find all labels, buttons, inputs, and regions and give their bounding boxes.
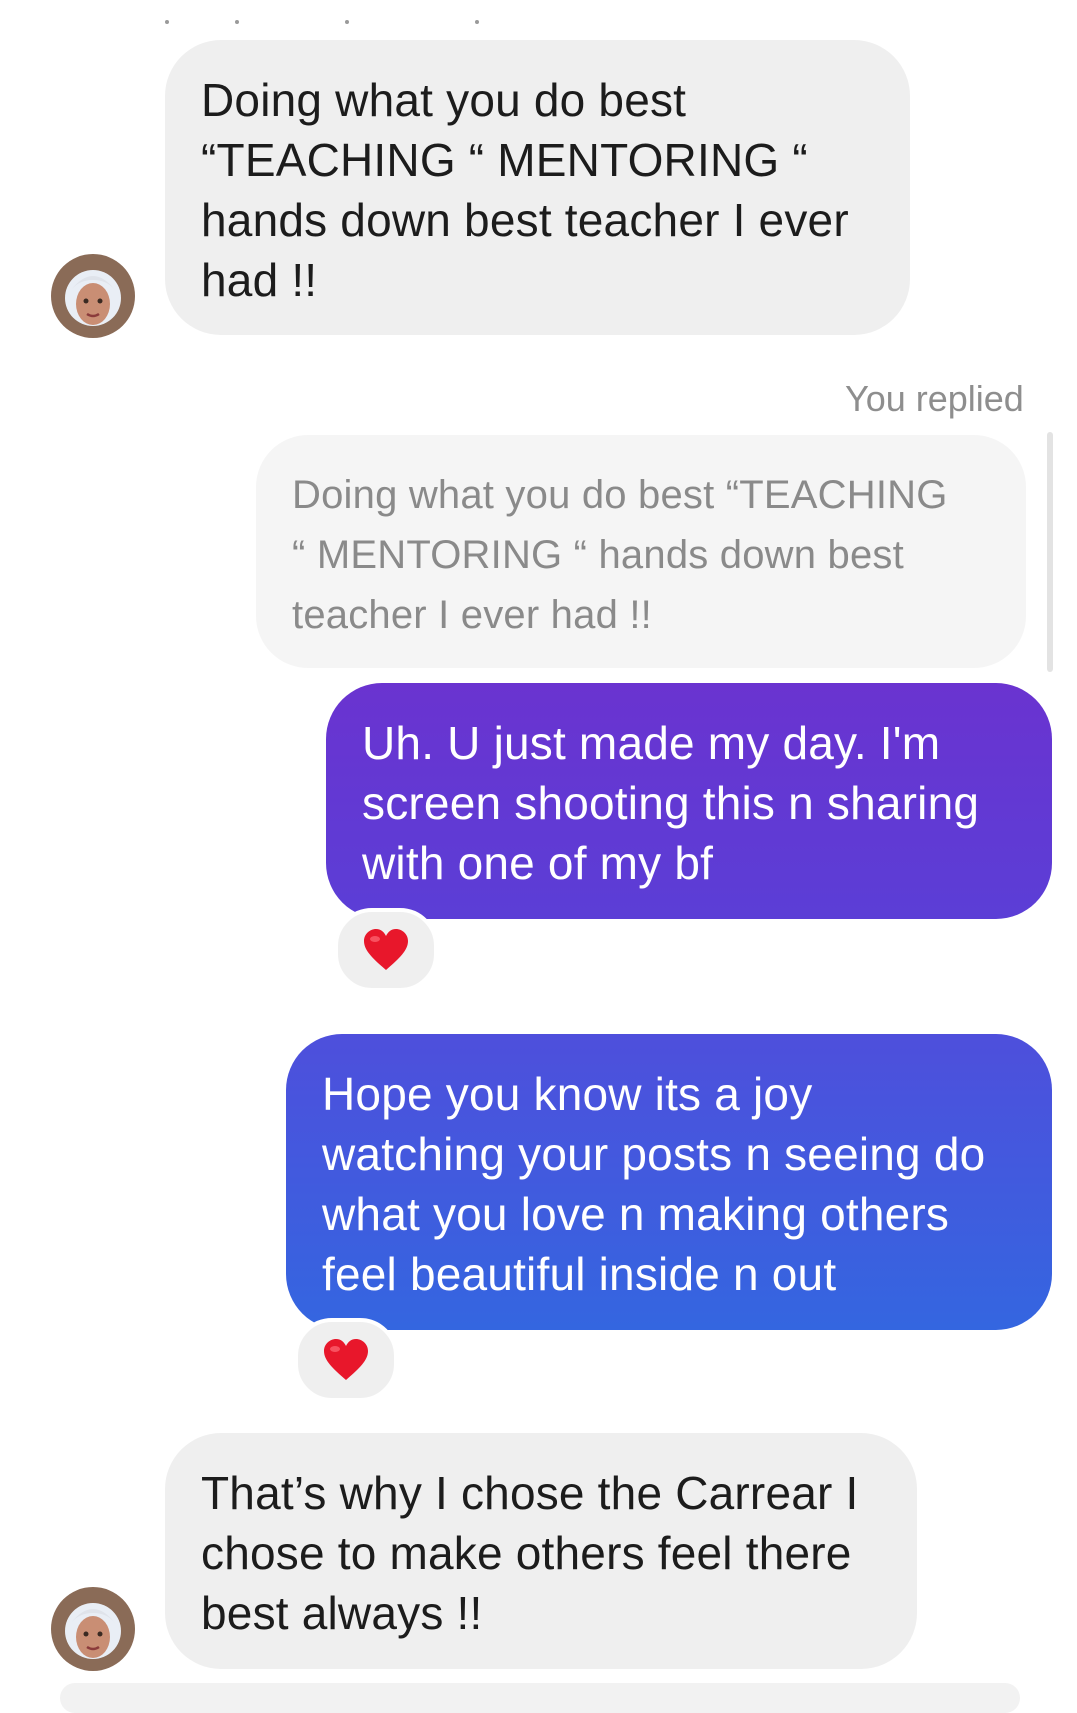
contact-avatar-icon[interactable] bbox=[51, 1587, 135, 1671]
message-line: best always !! bbox=[201, 1587, 483, 1639]
previous-message-fragment bbox=[165, 16, 525, 26]
quoted-line: teacher I ever had !! bbox=[292, 593, 652, 637]
reaction-badge[interactable] bbox=[294, 1318, 398, 1402]
incoming-message-bubble[interactable]: Doing what you do best “TEACHING “ MENTO… bbox=[165, 40, 910, 335]
red-heart-icon bbox=[324, 1339, 368, 1380]
message-line: watching your posts n seeing do bbox=[322, 1128, 986, 1180]
next-message-edge bbox=[60, 1683, 1020, 1713]
message-line: Doing what you do best bbox=[201, 74, 687, 126]
quoted-line: “ MENTORING “ hands down best bbox=[292, 533, 904, 577]
message-line: hands down best teacher I ever bbox=[201, 194, 849, 246]
reaction-badge[interactable] bbox=[334, 908, 438, 992]
reply-connector-bar bbox=[1047, 432, 1053, 672]
message-line: Uh. U just made my day. I'm bbox=[362, 717, 941, 769]
contact-avatar-icon[interactable] bbox=[51, 254, 135, 338]
message-line: had !! bbox=[201, 254, 318, 306]
outgoing-message-bubble[interactable]: Hope you know its a joy watching your po… bbox=[286, 1034, 1052, 1330]
message-line: with one of my bf bbox=[362, 837, 714, 889]
message-line: screen shooting this n sharing bbox=[362, 777, 980, 829]
outgoing-message-bubble[interactable]: Uh. U just made my day. I'm screen shoot… bbox=[326, 683, 1052, 919]
message-line: what you love n making others bbox=[322, 1188, 950, 1240]
quoted-message-bubble[interactable]: Doing what you do best “TEACHING “ MENTO… bbox=[256, 435, 1026, 668]
message-line: “TEACHING “ MENTORING “ bbox=[201, 134, 808, 186]
message-line: feel beautiful inside n out bbox=[322, 1248, 837, 1300]
message-line: Hope you know its a joy bbox=[322, 1068, 813, 1120]
message-line: That’s why I chose the Carrear I bbox=[201, 1467, 859, 1519]
message-line: chose to make others feel there bbox=[201, 1527, 852, 1579]
you-replied-label: You replied bbox=[845, 378, 1024, 419]
red-heart-icon bbox=[364, 929, 408, 970]
quoted-line: Doing what you do best “TEACHING bbox=[292, 473, 948, 517]
incoming-message-bubble[interactable]: That’s why I chose the Carrear I chose t… bbox=[165, 1433, 917, 1669]
